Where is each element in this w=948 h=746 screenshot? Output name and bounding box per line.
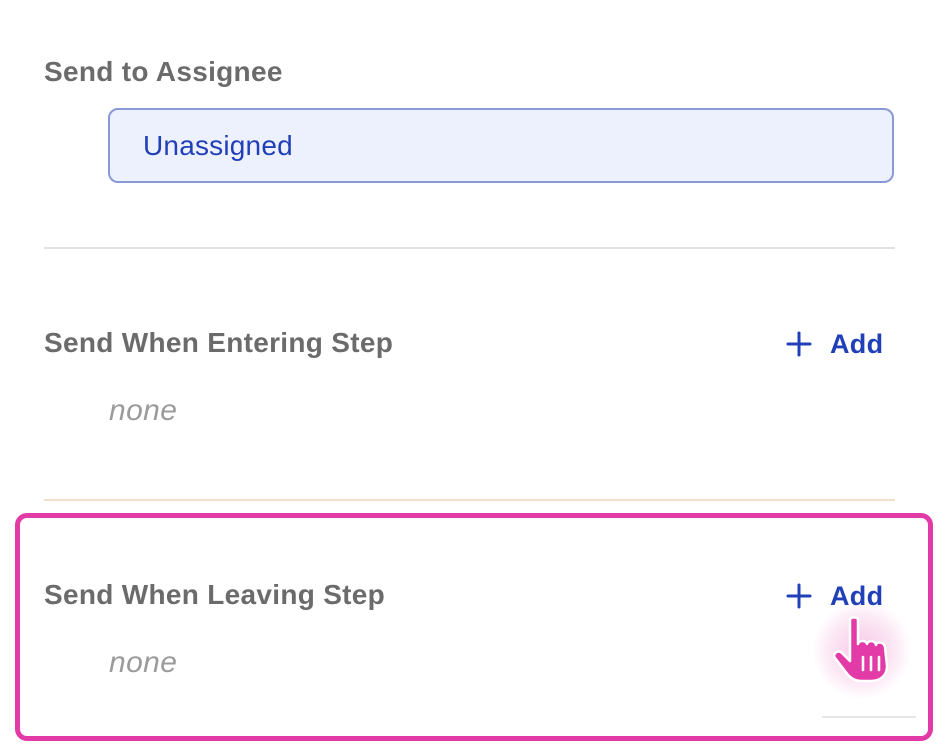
assignee-select[interactable]: Unassigned	[108, 108, 894, 183]
plus-icon	[786, 331, 812, 357]
entering-step-section-title: Send When Entering Step	[44, 327, 394, 358]
leaving-step-highlight-frame	[15, 513, 933, 741]
plus-icon	[786, 583, 812, 609]
entering-step-empty-text: none	[109, 394, 178, 427]
section-divider	[44, 247, 895, 249]
add-entering-step-button[interactable]: Add	[786, 324, 883, 364]
section-divider	[44, 499, 895, 501]
leaving-step-section-title: Send When Leaving Step	[44, 579, 386, 610]
assignee-select-value: Unassigned	[143, 129, 293, 161]
leaving-step-empty-text: none	[109, 646, 178, 679]
hand-pointer-icon	[833, 616, 889, 683]
bottom-divider	[822, 716, 916, 718]
add-entering-step-label: Add	[830, 328, 884, 359]
assignee-section-title: Send to Assignee	[44, 56, 283, 87]
